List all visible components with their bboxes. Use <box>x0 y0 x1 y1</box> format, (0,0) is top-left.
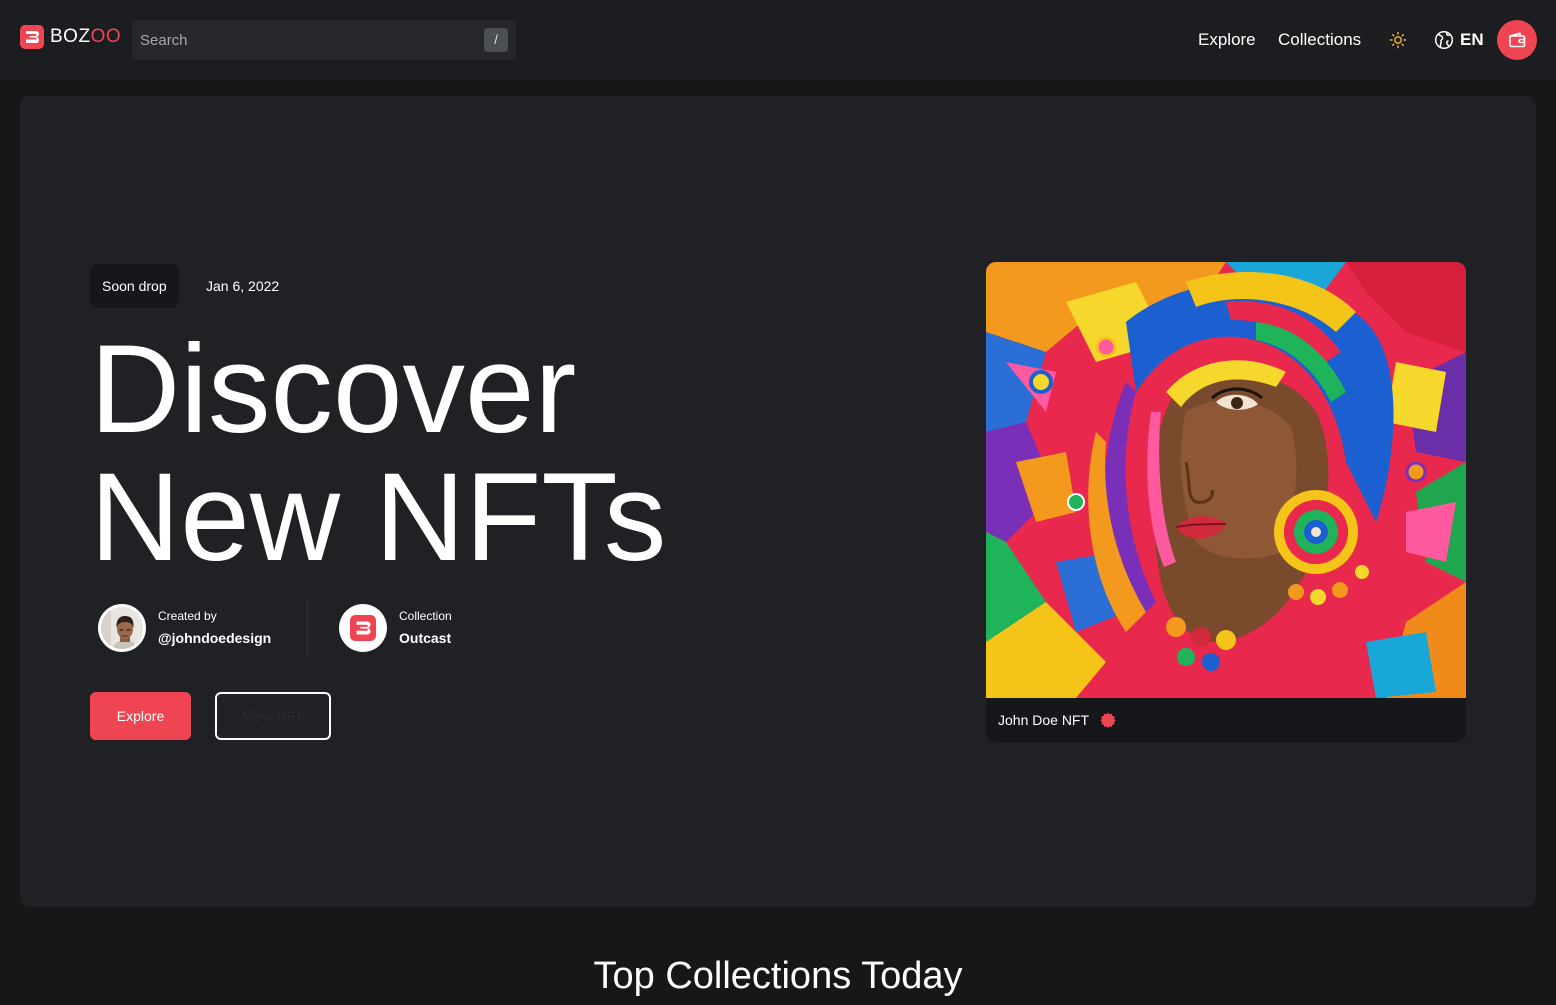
explore-button[interactable]: Explore <box>90 692 191 740</box>
brand-name-main: BOZ <box>50 26 91 47</box>
drop-date: Jan 6, 2022 <box>206 278 280 294</box>
nft-artwork-image <box>986 262 1466 698</box>
verified-badge-icon <box>1100 712 1116 728</box>
meta-divider <box>307 600 308 656</box>
language-label: EN <box>1460 30 1484 49</box>
collection-logo-icon <box>350 615 376 641</box>
creator-label: Created by <box>158 609 217 623</box>
wallet-button[interactable] <box>1497 20 1537 60</box>
brand-logo[interactable]: BOZOO <box>20 25 121 49</box>
hero-title-line-1: Discover <box>90 320 577 459</box>
creator-avatar-image <box>101 607 143 649</box>
nav-collections-link[interactable]: Collections <box>1278 29 1361 51</box>
collection-avatar[interactable] <box>339 604 387 652</box>
sun-icon[interactable] <box>1388 30 1408 50</box>
language-switcher[interactable]: EN <box>1434 29 1484 51</box>
hero-section: Soon drop Jan 6, 2022 Discover New NFTs … <box>20 96 1536 907</box>
nft-name: John Doe NFT <box>998 712 1090 728</box>
creator-handle-link[interactable]: @johndoedesign <box>158 629 271 647</box>
creator-avatar[interactable] <box>98 604 146 652</box>
search-box: / <box>132 20 516 60</box>
hero-title: Discover New NFTs <box>90 326 890 582</box>
search-input[interactable] <box>132 20 516 60</box>
view-nft-button[interactable]: View NFT <box>215 692 331 740</box>
nav-explore-link[interactable]: Explore <box>1198 29 1256 51</box>
collection-label: Collection <box>399 609 452 623</box>
top-collections-heading: Top Collections Today <box>593 955 963 997</box>
brand-name-accent: OO <box>90 26 122 47</box>
brand-name: BOZOO <box>50 25 121 49</box>
collection-name-link[interactable]: Outcast <box>399 629 451 647</box>
wallet-icon <box>1509 32 1526 48</box>
soon-drop-badge: Soon drop <box>90 264 179 308</box>
featured-nft-card[interactable]: John Doe NFT <box>986 262 1466 742</box>
globe-icon <box>1434 30 1454 50</box>
search-shortcut-key: / <box>484 28 508 52</box>
top-navbar: BOZOO / Explore Collections EN <box>0 0 1556 80</box>
hero-title-line-2: New NFTs <box>90 448 667 587</box>
bozoo-logo-icon <box>20 25 44 49</box>
